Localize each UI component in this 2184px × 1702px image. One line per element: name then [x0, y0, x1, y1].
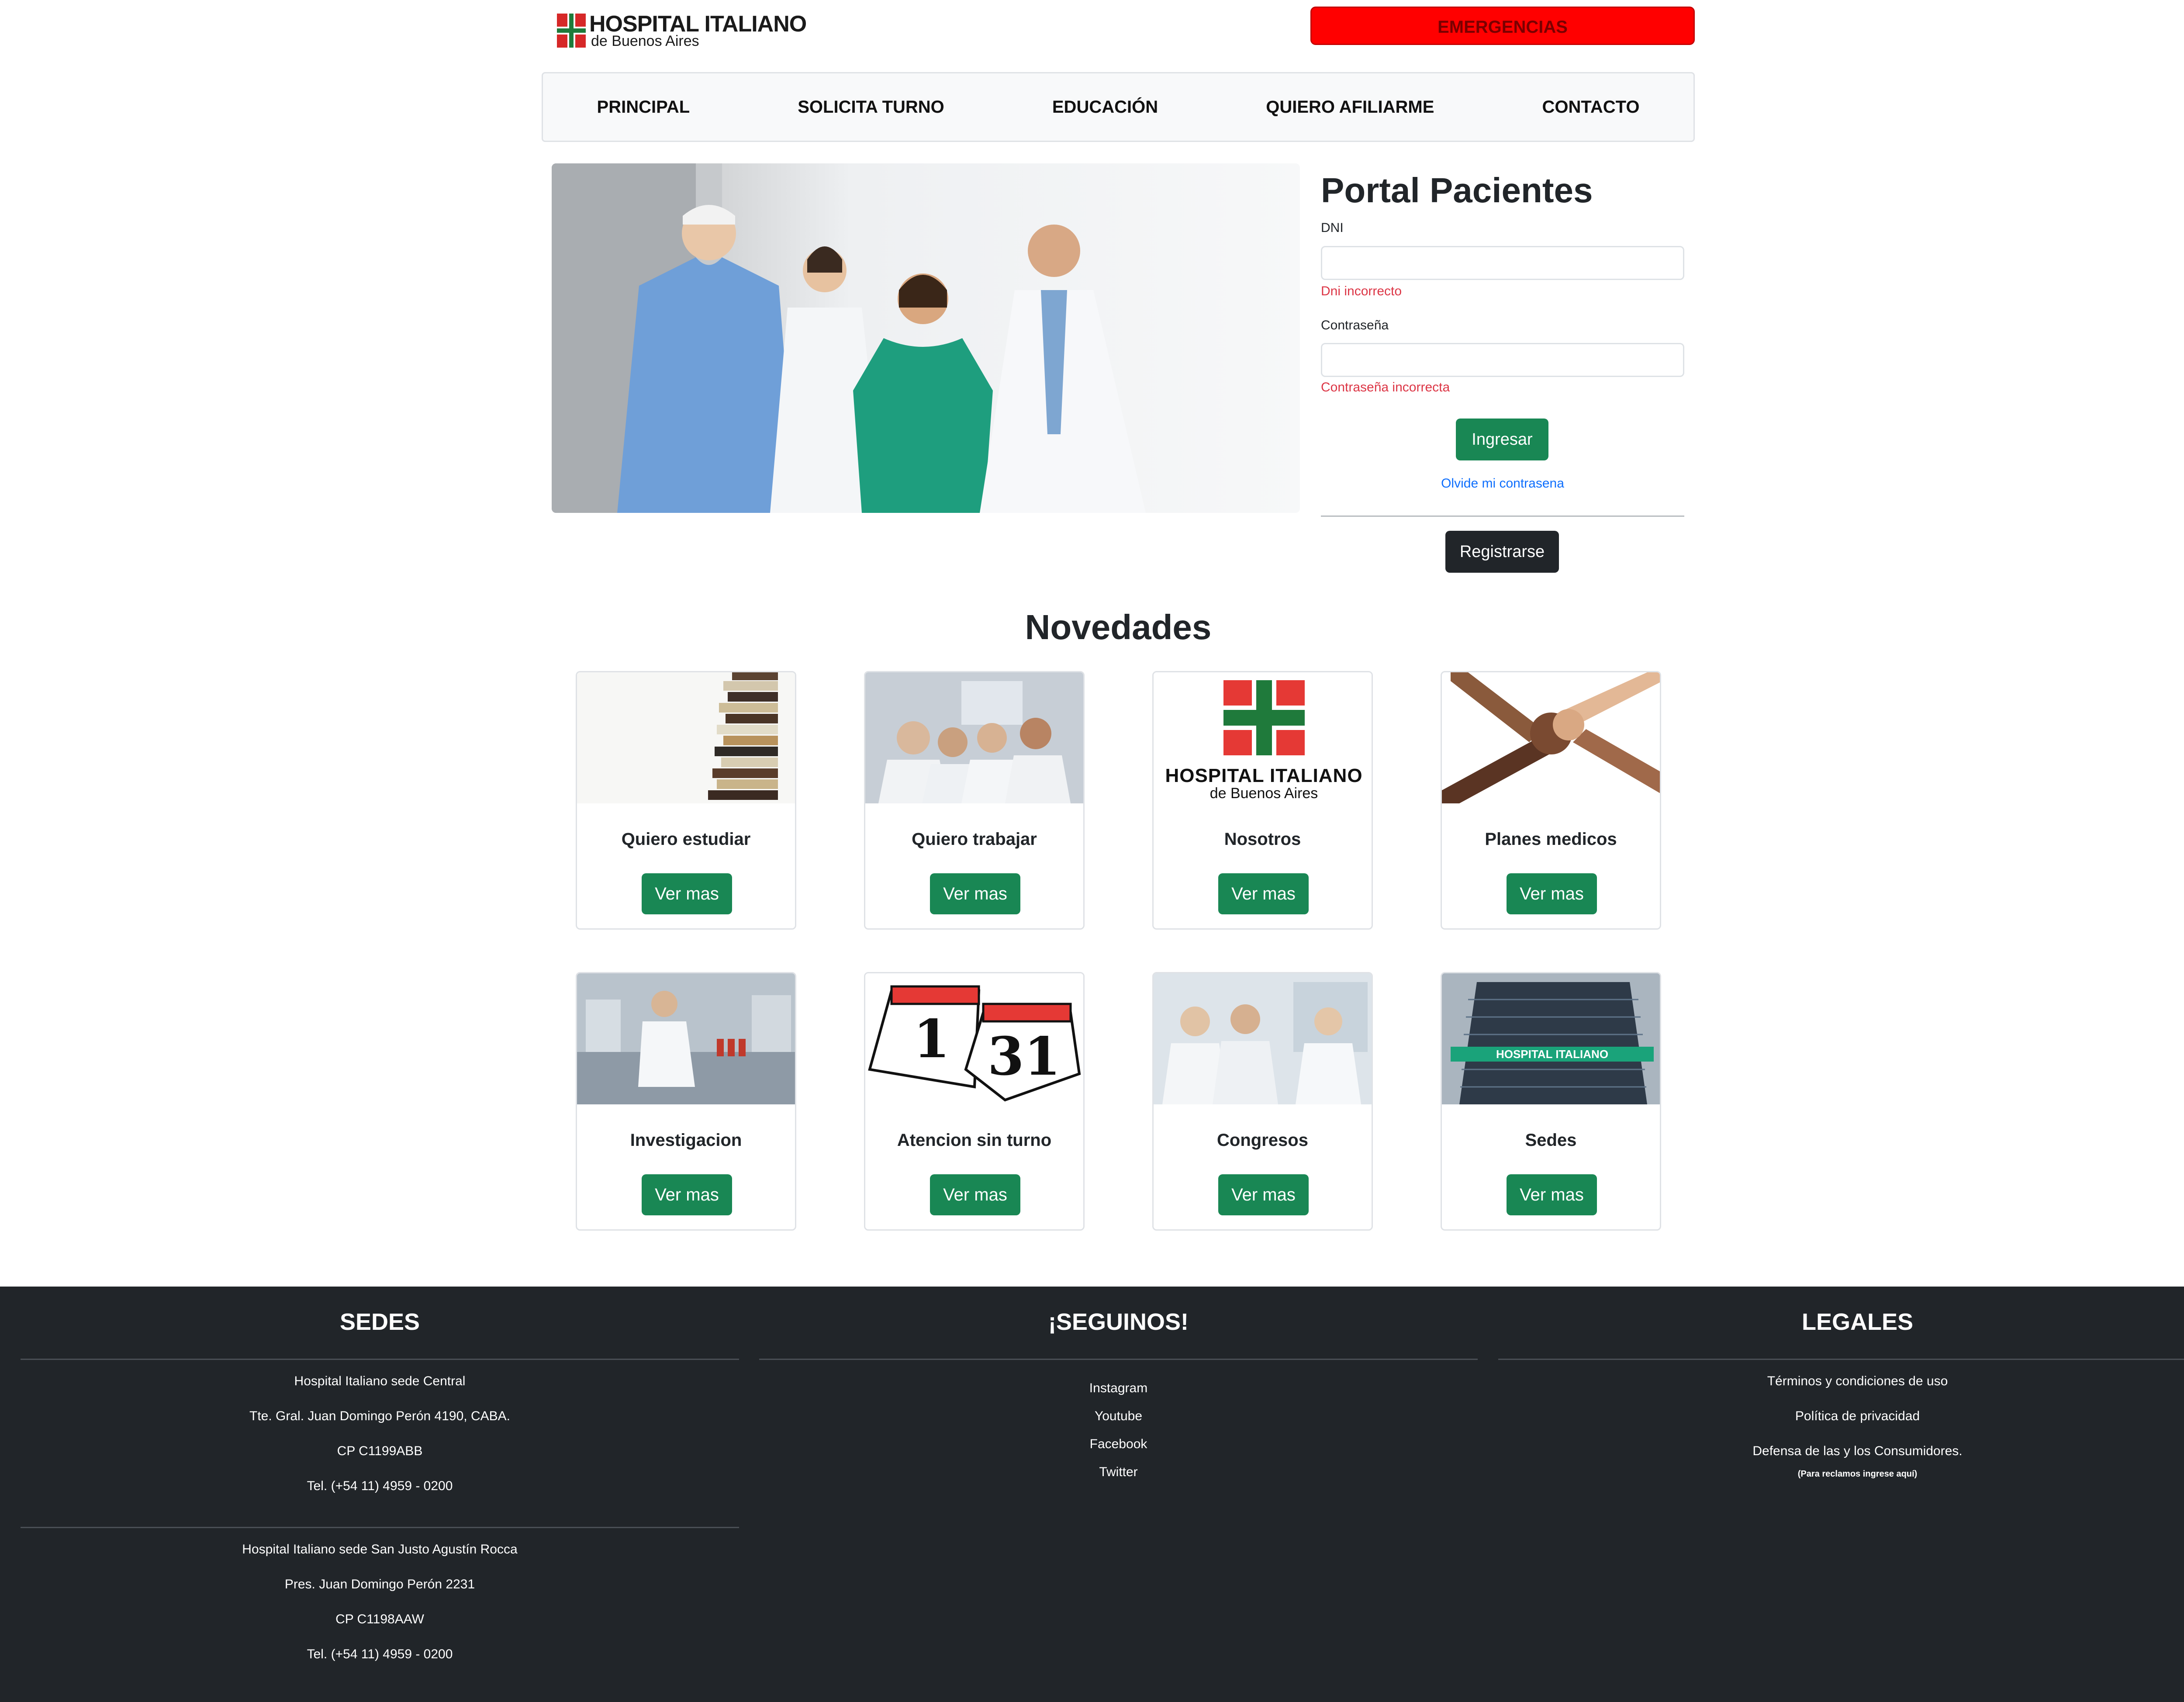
sede-central-phone: Tel. (+54 11) 4959 - 0200: [307, 1479, 453, 1493]
card-title: Sedes: [1525, 1131, 1577, 1150]
terminos-link[interactable]: Términos y condiciones de uso: [1498, 1374, 2184, 1389]
nav-item-quiero-afiliarme[interactable]: QUIERO AFILIARME: [1266, 97, 1434, 117]
sede-sanjusto-address: Pres. Juan Domingo Perón 2231: [284, 1577, 475, 1591]
hospital-logo-image: HOSPITAL ITALIANO de Buenos Aires: [1154, 672, 1372, 803]
sede-sanjusto-cp: CP C1198AAW: [335, 1612, 424, 1626]
card-congresos: Congresos Ver mas: [1152, 972, 1373, 1231]
footer-divider: [21, 1359, 739, 1360]
portal-title: Portal Pacientes: [1321, 171, 1593, 210]
footer-divider: [759, 1359, 1478, 1360]
card-investigacion: Investigacion Ver mas: [576, 972, 796, 1231]
hospital-logo-text: HOSPITAL ITALIANO: [1165, 765, 1363, 786]
dni-error: Dni incorrecto: [1321, 284, 1402, 298]
ver-mas-button[interactable]: Ver mas: [930, 873, 1020, 914]
hospital-logo[interactable]: HOSPITAL ITALIANO de Buenos Aires: [557, 11, 807, 50]
hero-doctors-image: [552, 163, 1300, 513]
novedades-title: Novedades: [1025, 608, 1212, 647]
twitter-link[interactable]: Twitter: [759, 1465, 1478, 1480]
main-nav: PRINCIPAL SOLICITA TURNO EDUCACIÓN QUIER…: [542, 72, 1695, 142]
card-title: Quiero estudiar: [621, 830, 751, 849]
calendar-day-left: 1: [913, 1008, 950, 1070]
card-title: Planes medicos: [1485, 830, 1617, 849]
login-divider: [1321, 515, 1684, 517]
instagram-link[interactable]: Instagram: [759, 1381, 1478, 1396]
ver-mas-button[interactable]: Ver mas: [642, 873, 732, 914]
sede-sanjusto-phone: Tel. (+54 11) 4959 - 0200: [307, 1647, 453, 1661]
facebook-link[interactable]: Facebook: [759, 1437, 1478, 1452]
emergency-button[interactable]: EMERGENCIAS: [1310, 7, 1695, 45]
card-title: Quiero trabajar: [912, 830, 1037, 849]
password-error: Contraseña incorrecta: [1321, 380, 1450, 394]
defensa-consumidores-link[interactable]: Defensa de las y los Consumidores.: [1498, 1444, 2184, 1459]
doctors-xray-image: [865, 672, 1083, 803]
sede-central-cp: CP C1199ABB: [337, 1444, 423, 1458]
ver-mas-button[interactable]: Ver mas: [1507, 873, 1597, 914]
building-sign: HOSPITAL ITALIANO: [1496, 1048, 1609, 1061]
nav-item-principal[interactable]: PRINCIPAL: [597, 97, 690, 117]
laboratory-image: [577, 973, 795, 1104]
hospital-building-image: HOSPITAL ITALIANO: [1442, 973, 1660, 1104]
dni-label: DNI: [1321, 221, 1344, 235]
sede-central-name: Hospital Italiano sede Central: [294, 1374, 466, 1388]
forgot-password-link[interactable]: Olvide mi contrasena: [1321, 476, 1684, 491]
reclamos-note[interactable]: (Para reclamos ingrese aquí): [1498, 1469, 2184, 1479]
footer-divider: [21, 1527, 739, 1528]
dni-input[interactable]: [1321, 246, 1684, 280]
card-title: Investigacion: [630, 1131, 742, 1150]
joined-hands-image: [1442, 672, 1660, 803]
hospital-cross-icon: [557, 14, 586, 48]
footer-sedes-title: SEDES: [339, 1309, 420, 1335]
card-title: Atencion sin turno: [897, 1131, 1052, 1150]
footer: SEDES Hospital Italiano sede Central Tte…: [0, 1287, 2184, 1702]
nav-item-educacion[interactable]: EDUCACIÓN: [1052, 97, 1158, 117]
calendar-image: 1 31: [865, 973, 1083, 1104]
sede-central-address: Tte. Gral. Juan Domingo Perón 4190, CABA…: [249, 1409, 510, 1423]
youtube-link[interactable]: Youtube: [759, 1409, 1478, 1424]
ver-mas-button[interactable]: Ver mas: [930, 1174, 1020, 1215]
nav-item-solicita-turno[interactable]: SOLICITA TURNO: [798, 97, 944, 117]
card-title: Congresos: [1217, 1131, 1308, 1150]
nav-item-contacto[interactable]: CONTACTO: [1542, 97, 1639, 117]
sede-sanjusto-name: Hospital Italiano sede San Justo Agustín…: [242, 1542, 518, 1557]
ver-mas-button[interactable]: Ver mas: [1507, 1174, 1597, 1215]
doctors-illustration: [552, 163, 1146, 513]
logo-subtitle: de Buenos Aires: [591, 33, 699, 49]
books-image: [577, 672, 795, 803]
password-input[interactable]: [1321, 343, 1684, 377]
footer-divider: [1498, 1359, 2184, 1360]
ver-mas-button[interactable]: Ver mas: [1218, 1174, 1309, 1215]
card-sedes: HOSPITAL ITALIANO Sedes Ver mas: [1441, 972, 1661, 1231]
card-quiero-trabajar: Quiero trabajar Ver mas: [864, 671, 1085, 930]
card-planes-medicos: Planes medicos Ver mas: [1441, 671, 1661, 930]
ver-mas-button[interactable]: Ver mas: [642, 1174, 732, 1215]
calendar-day-right: 31: [988, 1026, 1061, 1087]
card-quiero-estudiar: Quiero estudiar Ver mas: [576, 671, 796, 930]
privacidad-link[interactable]: Política de privacidad: [1498, 1409, 2184, 1424]
password-label: Contraseña: [1321, 318, 1389, 332]
footer-social-title: ¡SEGUINOS!: [1048, 1309, 1189, 1335]
hospital-logo-subtext: de Buenos Aires: [1209, 785, 1318, 802]
card-title: Nosotros: [1224, 830, 1301, 849]
card-atencion-sin-turno: 1 31 Atencion sin turno Ver mas: [864, 972, 1085, 1231]
register-button[interactable]: Registrarse: [1445, 531, 1559, 573]
congress-doctors-image: [1154, 973, 1372, 1104]
footer-legales-title: LEGALES: [1801, 1309, 1914, 1335]
card-nosotros: HOSPITAL ITALIANO de Buenos Aires Nosotr…: [1152, 671, 1373, 930]
ingresar-button[interactable]: Ingresar: [1456, 419, 1548, 460]
ver-mas-button[interactable]: Ver mas: [1218, 873, 1309, 914]
